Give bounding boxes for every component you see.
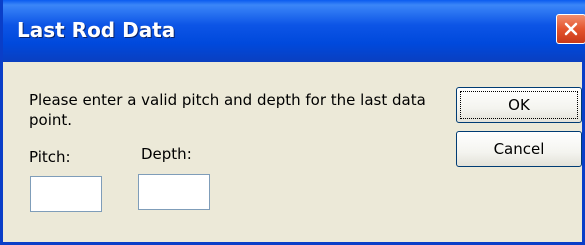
close-button[interactable] xyxy=(556,14,585,44)
window-title: Last Rod Data xyxy=(17,18,176,42)
pitch-label: Pitch: xyxy=(29,148,71,166)
instruction-text: Please enter a valid pitch and depth for… xyxy=(29,91,426,129)
ok-button[interactable]: OK xyxy=(456,87,582,123)
depth-label: Depth: xyxy=(141,145,192,163)
depth-input[interactable] xyxy=(138,174,210,210)
title-bar[interactable]: Last Rod Data xyxy=(3,0,585,62)
ok-button-label: OK xyxy=(508,96,530,114)
close-icon xyxy=(564,22,578,36)
dialog-window: Last Rod Data Please enter a valid pitch… xyxy=(0,0,585,245)
pitch-input[interactable] xyxy=(30,176,102,212)
cancel-button[interactable]: Cancel xyxy=(456,131,582,167)
cancel-button-label: Cancel xyxy=(493,140,545,158)
